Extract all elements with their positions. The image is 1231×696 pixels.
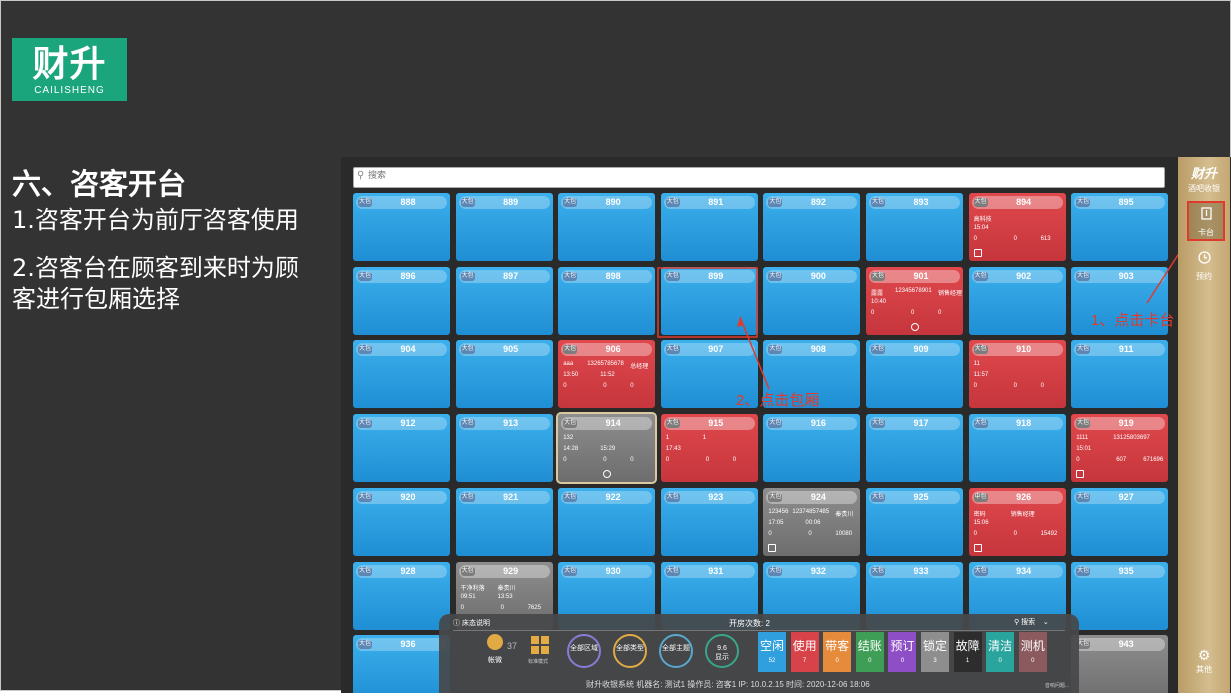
slide-heading: 六、咨客开台 — [12, 167, 187, 201]
slide: 财升 CAILISHENG 六、咨客开台 1.咨客开台为前厅咨客使用 2.咨客台… — [0, 0, 1231, 693]
brand: 财升 — [1190, 166, 1217, 181]
status-count: 3 — [933, 658, 937, 664]
status-label: 结账 — [857, 639, 882, 653]
status-label: 预订 — [890, 639, 915, 653]
status-count: 0 — [835, 658, 839, 664]
status-label: 带客 — [825, 639, 850, 653]
status-count: 7 — [802, 658, 807, 664]
status-button-5[interactable]: 预订 0 — [888, 632, 917, 672]
bottom-panel: ⓘ 床态说明 开房次数: 2 ⚲ 搜索 ⌄ 37 帐微 标准模式 全部区域 全部类… — [439, 614, 1079, 693]
card-icon — [1200, 207, 1212, 220]
status-count: 0 — [868, 658, 872, 664]
status-count: 0 — [1031, 658, 1035, 664]
status-button-8[interactable]: 清洁 0 — [986, 632, 1015, 672]
footer-right: 音响问题... — [1044, 683, 1069, 689]
status-count: 52 — [768, 658, 776, 664]
status-label: 故障 — [955, 639, 980, 653]
annotation-arrows — [657, 226, 1197, 390]
status-button-4[interactable]: 结账 0 — [855, 632, 884, 672]
status-button-7[interactable]: 故障 1 — [953, 632, 982, 672]
app-screenshot: ⚲ 大包888大包889大包890大包891大包892大包893大包894高科技… — [341, 157, 1231, 693]
right-panel: 财升 酒吧收银 卡台 预约 ⚙ 其他 — [1178, 157, 1230, 693]
status-label: 测机 — [1020, 639, 1045, 653]
status-label: 使用 — [792, 639, 817, 653]
logo-chinese: 财升 — [32, 43, 107, 85]
filter-circle-label: 全部区域 — [570, 645, 598, 652]
legend-link[interactable]: ⓘ 床态说明 — [453, 618, 490, 628]
status-label: 清洁 — [988, 639, 1013, 653]
bottom-search-button[interactable]: ⚲ 搜索 ⌄ — [1014, 617, 1049, 627]
card-table-label: 卡台 — [1198, 228, 1214, 237]
status-count: 1 — [965, 658, 970, 664]
arrow-2-line — [739, 316, 770, 390]
annotation-click-room: 2、点击包厢 — [736, 392, 820, 409]
reserve-label: 预约 — [1196, 272, 1212, 281]
status-button-2[interactable]: 使用 7 — [790, 632, 819, 672]
status-button-6[interactable]: 锁定 3 — [921, 632, 949, 672]
mode-grid-icon[interactable] — [531, 636, 549, 654]
filter-circle-4[interactable]: 9.6 显示 — [705, 634, 739, 668]
logo: 财升 CAILISHENG — [12, 38, 127, 101]
reserve-button[interactable]: 预约 — [1187, 247, 1221, 283]
point-1: 1.咨客开台为前厅咨客使用 — [12, 206, 299, 234]
status-count: 0 — [900, 658, 905, 664]
status-label: 空闲 — [759, 639, 784, 653]
status-footer: 财升收银系统 机器名: 测试1 操作员: 咨客1 IP: 10.0.2.15 时… — [586, 680, 870, 689]
clock-icon — [1197, 251, 1211, 264]
filter-circle-3[interactable]: 全部主题 — [659, 634, 693, 668]
filter-circle-1[interactable]: 全部区域 — [567, 634, 601, 668]
status-button-9[interactable]: 测机 0 — [1018, 632, 1047, 672]
gear-icon: ⚙ — [1197, 647, 1211, 663]
user-avatar-icon[interactable] — [487, 634, 503, 650]
status-label: 锁定 — [922, 639, 947, 653]
other-label: 其他 — [1196, 665, 1212, 674]
filter-circle-label: 全部类型 — [616, 645, 644, 652]
bar-divider — [453, 630, 1065, 631]
annotation-click-card: 1、点击卡台 — [1091, 312, 1175, 329]
brand-subtitle: 酒吧收银 — [1188, 184, 1220, 193]
filter-circle-label: 全部主题 — [662, 645, 690, 652]
filter-circle-2[interactable]: 全部类型 — [613, 634, 647, 668]
open-count: 开房次数: 2 — [729, 619, 770, 628]
logo-english: CAILISHENG — [34, 85, 105, 96]
mode-label: 标准模式 — [528, 659, 549, 665]
status-count: 0 — [998, 658, 1002, 664]
card-table-button[interactable]: 卡台 — [1187, 201, 1225, 241]
user-label: 帐微 — [488, 657, 502, 664]
filter-circle-label: 9.6 显示 — [715, 645, 729, 661]
status-button-1[interactable]: 空闲 52 — [758, 632, 786, 672]
user-count: 37 — [507, 641, 518, 651]
point-2: 2.咨客台在顾客到来时为顾客进行包厢选择 — [12, 254, 299, 313]
other-button[interactable]: ⚙ 其他 — [1178, 647, 1230, 675]
status-button-3[interactable]: 带客 0 — [823, 632, 852, 672]
room-highlight — [657, 267, 758, 338]
